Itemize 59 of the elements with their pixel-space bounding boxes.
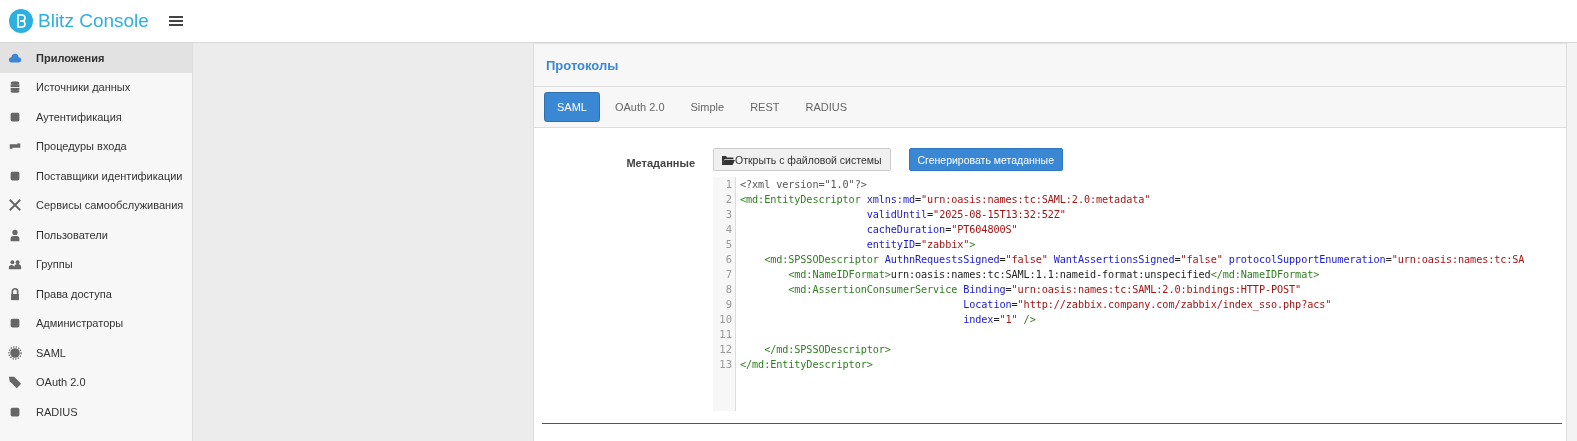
sidebar-item[interactable]: Аутентификация [0, 102, 192, 132]
line-number: 11 [718, 327, 733, 342]
line-number: 2 [724, 192, 733, 207]
sidebar-item[interactable]: Права доступа [0, 279, 192, 309]
line-number: 1 [724, 177, 733, 192]
line-number: 13 [718, 357, 733, 372]
line-number: 3 [724, 207, 733, 222]
sidebar-item[interactable]: RADIUS [0, 397, 192, 427]
app-title: Blitz Console [38, 10, 149, 32]
code-line: validUntil="2025-08-15T13:32:52Z" [865, 209, 1066, 220]
nav-icon [8, 227, 22, 242]
sidebar-item[interactable]: Группы [0, 249, 192, 279]
nav-icon [8, 286, 22, 301]
code-line: <md:SPSSODescriptor AuthnRequestsSigned="false" WantAssertionsSigned="false" protocolSupportEnumeration="urn:oasis:names:tc:SA [763, 254, 1525, 265]
code-line: </md:EntityDescriptor> [740, 359, 873, 370]
field-label: Метаданные [625, 156, 695, 171]
code-line: <?xml version="1.0"?> [740, 179, 867, 190]
protocol-tab[interactable]: OAuth 2.0 [603, 93, 676, 121]
scrollbar[interactable] [1566, 43, 1577, 441]
nav-icon [8, 375, 22, 390]
line-number: 8 [724, 282, 733, 297]
sidebar-item[interactable]: Пользователи [0, 220, 192, 250]
nav-icon [8, 345, 22, 360]
generate-button[interactable]: Сгенерировать метаданные [908, 148, 1063, 171]
sidebar-item[interactable]: Сервисы самообслуживания [0, 190, 192, 220]
line-number: 5 [724, 237, 733, 252]
panel-title: Протоколы [546, 57, 619, 73]
protocol-tab[interactable]: REST [739, 93, 791, 121]
protocol-tab[interactable]: SAML [544, 92, 600, 122]
nav-icon [8, 80, 22, 95]
sidebar-item[interactable]: SAML [0, 338, 192, 368]
line-number: 7 [724, 267, 733, 282]
logo-icon [9, 9, 33, 33]
folder-icon [722, 154, 735, 165]
sidebar-item[interactable]: Администраторы [0, 308, 192, 338]
sidebar-item[interactable]: Поставщики идентификации [0, 161, 192, 191]
line-number: 10 [718, 312, 733, 327]
code-line: <md:AssertionConsumerService Binding="urn:oasis:names:tc:SAML:2.0:bindings:HTTP-POST" [787, 284, 1302, 295]
nav-icon [8, 198, 22, 213]
code-line: Location="http://zabbix.company.com/zabbix/index_sso.php?acs" [962, 299, 1332, 310]
code-line: </md:SPSSODescriptor> [763, 344, 891, 355]
line-number: 9 [724, 297, 733, 312]
nav-icon [8, 257, 22, 272]
protocol-tab[interactable]: Simple [679, 93, 736, 121]
menu-button[interactable] [166, 14, 185, 28]
open-file-button[interactable]: Открыть с файловой системы [713, 148, 891, 171]
code-line: entityID="zabbix"> [865, 239, 976, 250]
line-number: 4 [724, 222, 733, 237]
sidebar-item[interactable]: OAuth 2.0 [0, 367, 192, 397]
code-line: <md:EntityDescriptor xmlns:md="urn:oasis:names:tc:SAML:2.0:metadata" [740, 194, 1151, 205]
code-line: <md:NameIDFormat>urn:oasis:names:tc:SAML:1.1:nameid-format:unspecified</md:NameIDFormat> [787, 269, 1320, 280]
protocol-tab[interactable]: RADIUS [794, 93, 859, 121]
code-line: index="1" /> [962, 314, 1036, 325]
sidebar-item[interactable]: Процедуры входа [0, 131, 192, 161]
sidebar-item[interactable]: Приложения [0, 43, 192, 73]
code-line: cacheDuration="PT604800S" [865, 224, 1018, 235]
line-number: 12 [718, 342, 733, 357]
line-number: 6 [724, 252, 733, 267]
sidebar-item[interactable]: Источники данных [0, 72, 192, 102]
